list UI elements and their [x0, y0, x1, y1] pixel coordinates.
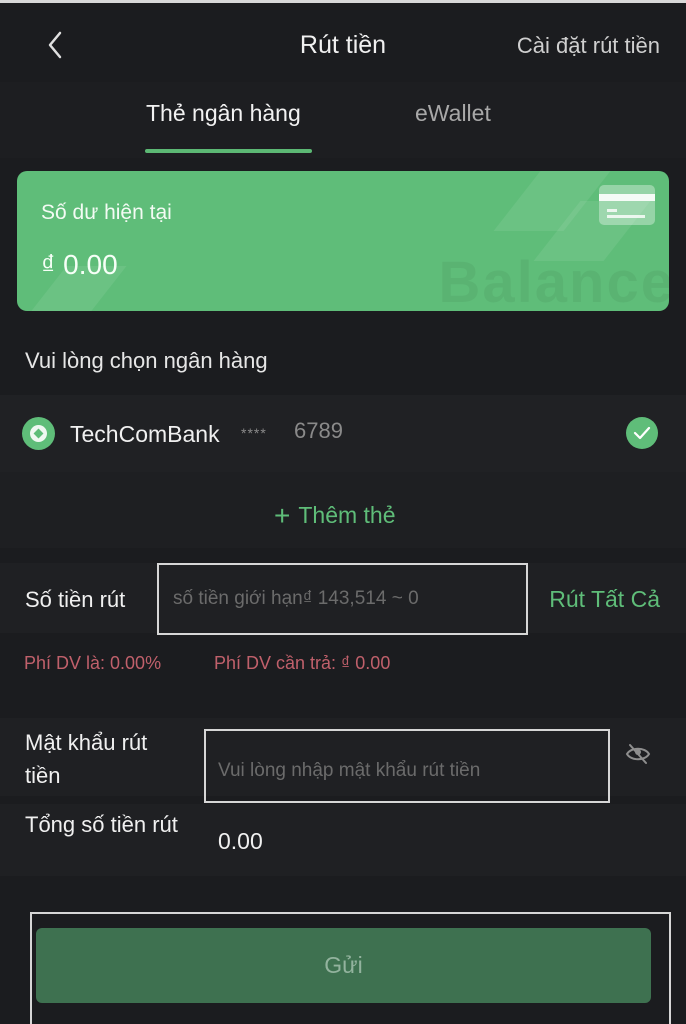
amount-row: Số tiền rút Rút Tất Cả	[0, 563, 686, 635]
add-card-label: Thêm thẻ	[298, 502, 396, 528]
amount-input[interactable]	[157, 563, 528, 635]
tab-bar: Thẻ ngân hàng eWallet	[0, 82, 686, 158]
submit-button[interactable]: Gửi	[36, 928, 651, 1003]
check-circle-icon	[626, 417, 658, 449]
total-value: 0.00	[218, 828, 263, 854]
balance-watermark: Balance	[438, 250, 669, 311]
header-bar: Rút tiền Cài đặt rút tiền	[0, 0, 686, 82]
bank-name: TechComBank	[70, 421, 220, 447]
withdraw-settings-link[interactable]: Cài đặt rút tiền	[517, 33, 660, 59]
eye-off-icon[interactable]	[624, 740, 652, 768]
tab-bank-card[interactable]: Thẻ ngân hàng	[146, 100, 301, 127]
withdraw-all-button[interactable]: Rút Tất Cả	[549, 586, 660, 613]
amount-label: Số tiền rút	[25, 587, 126, 612]
service-fee-rate: Phí DV là: 0.00%	[24, 653, 162, 673]
bank-logo-icon	[22, 417, 55, 450]
plus-icon: +	[274, 500, 291, 531]
bank-option-techcombank[interactable]: TechComBank **** 6789	[0, 395, 686, 472]
total-label: Tổng số tiền rút	[25, 812, 178, 837]
tab-ewallet[interactable]: eWallet	[415, 100, 491, 127]
choose-bank-label: Vui lòng chọn ngân hàng	[25, 348, 268, 373]
bank-account-last4: 6789	[294, 418, 343, 443]
password-label: Mật khẩu rút tiền	[25, 730, 148, 788]
add-card-button[interactable]: + Thêm thẻ	[0, 472, 686, 548]
balance-card: Balance Số dư hiện tại ₫ 0.00	[17, 171, 669, 311]
credit-card-icon	[599, 185, 655, 225]
balance-amount: ₫ 0.00	[41, 249, 118, 280]
bank-account-mask: ****	[241, 425, 267, 441]
active-tab-indicator	[145, 149, 312, 153]
withdraw-password-input[interactable]	[204, 729, 610, 803]
balance-label: Số dư hiện tại	[41, 201, 172, 224]
service-fee-payable: Phí DV cần trả: ₫ 0.00	[214, 653, 391, 673]
total-row: Tổng số tiền rút 0.00	[0, 804, 686, 876]
